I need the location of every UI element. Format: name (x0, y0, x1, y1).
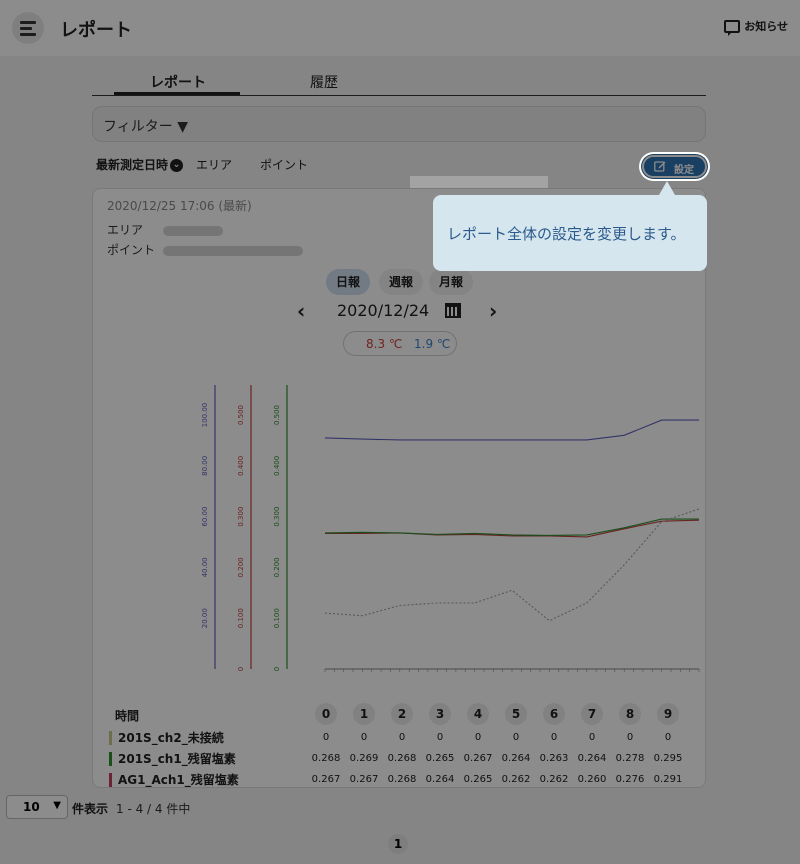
settings-highlight-ring (641, 154, 708, 179)
overlay-highlight-strip (410, 176, 548, 188)
tooltip-text: レポート全体の設定を変更します。 (447, 225, 686, 243)
tutorial-tooltip: レポート全体の設定を変更します。 (433, 181, 707, 271)
tutorial-overlay (0, 0, 800, 864)
